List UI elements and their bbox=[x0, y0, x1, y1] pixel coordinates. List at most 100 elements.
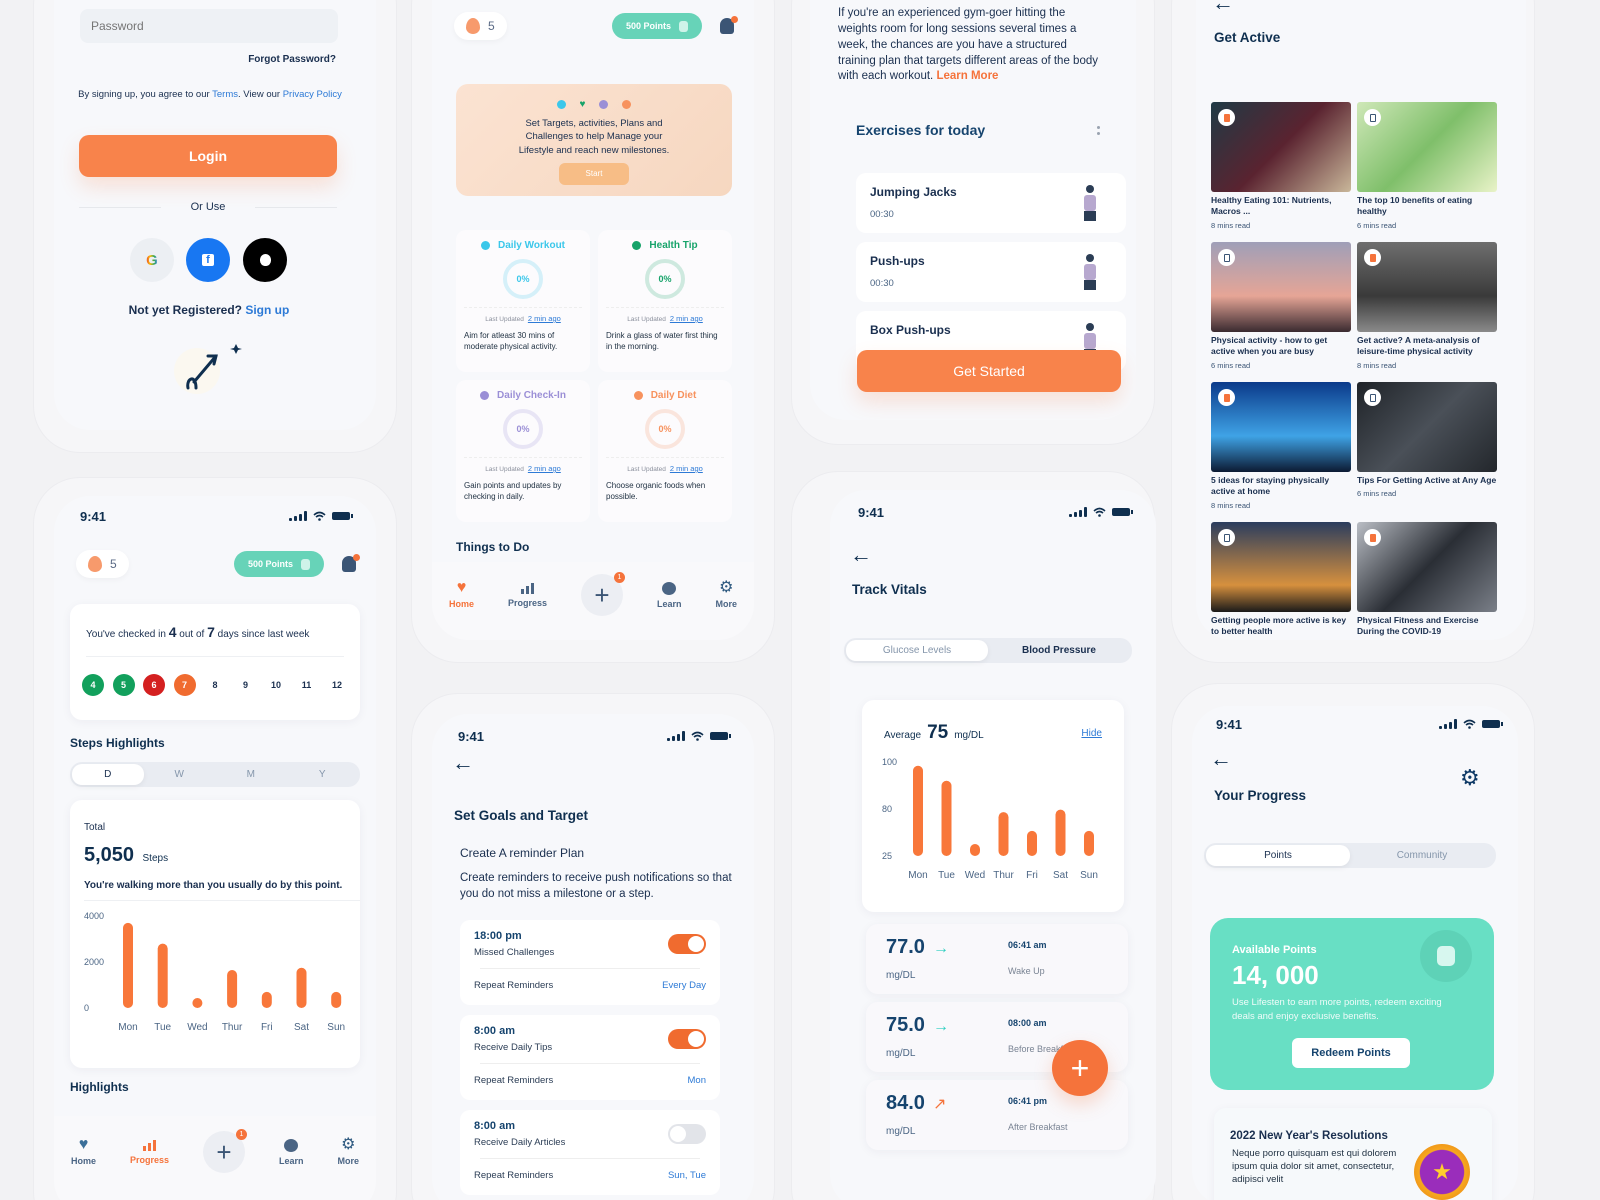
bar-tue[interactable] bbox=[941, 780, 952, 856]
more-options-icon[interactable] bbox=[1097, 126, 1100, 135]
tile-daily-diet[interactable]: Daily Diet 0% Last Updated 2 min ago Choose … bbox=[598, 380, 732, 522]
password-input[interactable] bbox=[80, 9, 338, 43]
bar-thur[interactable] bbox=[227, 970, 238, 1008]
bookmark-filled-icon[interactable] bbox=[1364, 249, 1381, 266]
checkin-day[interactable]: 9 bbox=[234, 674, 257, 696]
checkin-day[interactable]: 7 bbox=[173, 674, 196, 696]
checkin-day[interactable]: 8 bbox=[204, 674, 226, 696]
last-updated-link[interactable]: 2 min ago bbox=[528, 314, 561, 323]
bookmark-filled-icon[interactable] bbox=[1218, 109, 1235, 126]
bar-sat[interactable] bbox=[296, 967, 307, 1008]
bell-icon[interactable] bbox=[720, 16, 738, 34]
checkin-day[interactable]: 5 bbox=[112, 674, 135, 696]
apple-login-button[interactable] bbox=[243, 238, 287, 282]
bookmark-outline-icon[interactable] bbox=[1218, 529, 1235, 546]
nav-item-home[interactable]: ♥ Home bbox=[71, 1137, 96, 1167]
bookmark-outline-icon[interactable] bbox=[1364, 389, 1381, 406]
period-tab-w[interactable]: W bbox=[144, 764, 216, 785]
nav-item-more[interactable]: ⚙ More bbox=[715, 580, 737, 610]
add-button[interactable]: +1 bbox=[581, 572, 625, 616]
points-pill[interactable]: 500 Points bbox=[611, 13, 702, 39]
back-arrow-icon[interactable]: ← bbox=[452, 750, 474, 776]
bar-wed[interactable] bbox=[192, 998, 203, 1008]
settings-gear-icon[interactable]: ⚙ bbox=[1460, 767, 1480, 789]
bar-fri[interactable] bbox=[261, 991, 272, 1008]
article-card[interactable]: Physical activity - how to get active wh… bbox=[1211, 242, 1351, 370]
nav-item-learn[interactable]: Learn bbox=[657, 581, 682, 609]
reminder-toggle[interactable] bbox=[668, 1124, 706, 1144]
learn-more-link[interactable]: Learn More bbox=[936, 70, 998, 82]
bookmark-outline-icon[interactable] bbox=[1364, 109, 1381, 126]
nav-item-home[interactable]: ♥ Home bbox=[449, 580, 474, 610]
period-tab-d[interactable]: D bbox=[72, 764, 144, 785]
bar-tue[interactable] bbox=[157, 943, 168, 1008]
period-tab-m[interactable]: M bbox=[215, 764, 287, 785]
tab-blood-pressure[interactable]: Blood Pressure bbox=[988, 640, 1130, 661]
article-card[interactable]: Physical Fitness and Exercise During the… bbox=[1357, 522, 1497, 640]
exercise-card[interactable]: Jumping Jacks 00:30 bbox=[856, 173, 1126, 233]
article-card[interactable]: The top 10 benefits of eating healthy 6 m… bbox=[1357, 102, 1497, 230]
bar-thur[interactable] bbox=[998, 812, 1009, 856]
checkin-day[interactable]: 6 bbox=[143, 674, 165, 696]
bar-sat[interactable] bbox=[1055, 809, 1066, 856]
facebook-login-button[interactable]: f bbox=[186, 238, 230, 282]
tab-points[interactable]: Points bbox=[1206, 845, 1350, 866]
bar-wed[interactable] bbox=[970, 844, 980, 856]
back-arrow-icon[interactable]: ← bbox=[1212, 0, 1234, 16]
last-updated-link[interactable]: 2 min ago bbox=[528, 464, 561, 473]
tile-daily-check-in[interactable]: Daily Check-In 0% Last Updated 2 min ago Gai… bbox=[456, 380, 590, 522]
bookmark-filled-icon[interactable] bbox=[1218, 389, 1235, 406]
streak-badge[interactable]: 5 bbox=[76, 550, 129, 578]
points-pill[interactable]: 500 Points bbox=[233, 551, 324, 577]
article-card[interactable]: Get active? A meta-analysis of leisure-t… bbox=[1357, 242, 1497, 370]
forgot-password-link[interactable]: Forgot Password? bbox=[248, 54, 336, 65]
article-card[interactable]: Healthy Eating 101: Nutrients, Macros ..… bbox=[1211, 102, 1351, 230]
bookmark-outline-icon[interactable] bbox=[1218, 249, 1235, 266]
bell-icon[interactable] bbox=[342, 554, 360, 572]
checkin-day[interactable]: 4 bbox=[82, 674, 104, 696]
privacy-policy-link[interactable]: Privacy Policy bbox=[283, 89, 342, 100]
streak-badge[interactable]: 5 bbox=[454, 12, 507, 40]
tile-health-tip[interactable]: Health Tip 0% Last Updated 2 min ago Drink a… bbox=[598, 230, 732, 372]
tab-community[interactable]: Community bbox=[1350, 845, 1494, 866]
repeat-value[interactable]: Mon bbox=[688, 1075, 706, 1086]
add-reading-button[interactable]: + bbox=[1052, 1040, 1108, 1096]
repeat-value[interactable]: Every Day bbox=[662, 980, 706, 991]
nav-item-progress[interactable]: Progress bbox=[130, 1139, 169, 1165]
back-arrow-icon[interactable]: ← bbox=[850, 542, 872, 568]
bar-sun[interactable] bbox=[331, 991, 342, 1008]
last-updated-link[interactable]: 2 min ago bbox=[670, 314, 703, 323]
bar-fri[interactable] bbox=[1027, 830, 1037, 856]
nav-item-learn[interactable]: Learn bbox=[279, 1138, 304, 1166]
bookmark-filled-icon[interactable] bbox=[1364, 529, 1381, 546]
hide-link[interactable]: Hide bbox=[1081, 728, 1102, 739]
signup-link[interactable]: Sign up bbox=[245, 303, 289, 317]
nav-item-more[interactable]: ⚙ More bbox=[337, 1137, 359, 1167]
reading-row[interactable]: 77.0 → mg/DL 06:41 am Wake Up bbox=[866, 924, 1128, 994]
article-card[interactable]: Tips For Getting Active at Any Age 6 mins… bbox=[1357, 382, 1497, 498]
checkin-day[interactable]: 12 bbox=[326, 674, 348, 696]
google-login-button[interactable]: G bbox=[130, 238, 174, 282]
back-arrow-icon[interactable]: ← bbox=[1210, 746, 1232, 772]
nav-item-progress[interactable]: Progress bbox=[508, 582, 547, 608]
terms-link[interactable]: Terms bbox=[212, 89, 238, 100]
banner-start-button[interactable]: Start bbox=[559, 162, 629, 185]
get-started-button[interactable]: Get Started bbox=[857, 350, 1121, 392]
add-button[interactable]: +1 bbox=[203, 1129, 247, 1173]
login-button[interactable]: Login bbox=[79, 135, 337, 177]
checkin-day[interactable]: 10 bbox=[265, 674, 287, 696]
article-card[interactable]: 5 ideas for staying physically active at… bbox=[1211, 382, 1351, 510]
bar-mon[interactable] bbox=[123, 922, 133, 1008]
period-tab-y[interactable]: Y bbox=[287, 764, 359, 785]
article-card[interactable]: Getting people more active is key to bet… bbox=[1211, 522, 1351, 640]
repeat-value[interactable]: Sun, Tue bbox=[668, 1170, 706, 1181]
last-updated-link[interactable]: 2 min ago bbox=[670, 464, 703, 473]
exercise-card[interactable]: Push-ups 00:30 bbox=[856, 242, 1126, 302]
reminder-toggle[interactable] bbox=[668, 934, 706, 954]
bar-sun[interactable] bbox=[1084, 830, 1094, 856]
checkin-day[interactable]: 11 bbox=[295, 674, 318, 696]
redeem-points-button[interactable]: Redeem Points bbox=[1292, 1038, 1410, 1068]
tile-daily-workout[interactable]: Daily Workout 0% Last Updated 2 min ago Aim … bbox=[456, 230, 590, 372]
bar-mon[interactable] bbox=[913, 765, 923, 856]
tab-glucose-levels[interactable]: Glucose Levels bbox=[846, 640, 988, 661]
